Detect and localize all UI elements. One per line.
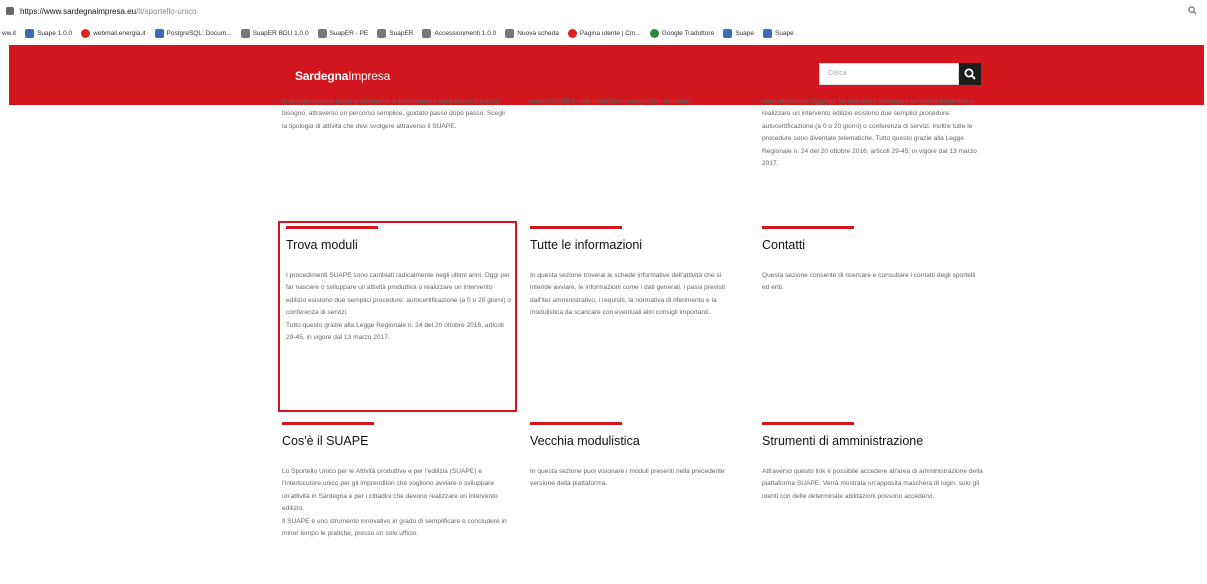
logo-light: Impresa [348, 69, 391, 83]
card-title[interactable]: Contatti [762, 238, 984, 252]
gear-icon [240, 28, 250, 38]
top-snippet-right: negli ultimi anni. Oggi per far nascere … [762, 96, 982, 170]
grid-icon [422, 28, 432, 38]
address-bar[interactable]: https://www.sardegnaimpresa.eu/it/sporte… [0, 0, 1207, 22]
url-host: https://www.sardegnaimpresa.eu [20, 6, 137, 16]
search-button[interactable] [959, 63, 981, 85]
bookmark-item[interactable]: SuapER [377, 28, 414, 38]
card-contatti[interactable]: Contatti Questa sezione consente di rice… [762, 226, 984, 295]
gear-icon [505, 28, 515, 38]
snippet-text: In questa sezione riuscirai facilmente a… [282, 98, 505, 130]
card-accent-bar [530, 422, 622, 425]
snippet-text: unico SUAPE e sulle modifiche e integraz… [530, 98, 692, 105]
url-path: /it/sportello-unico [136, 6, 197, 16]
bookmark-label: Suape [775, 29, 794, 37]
url-text[interactable]: https://www.sardegnaimpresa.eu/it/sporte… [20, 7, 197, 16]
card-text: In questa sezione troverai le schede inf… [530, 272, 725, 317]
bookmark-item[interactable]: Suape 1.0.0 [25, 28, 73, 38]
top-snippet-left: In questa sezione riuscirai facilmente a… [282, 96, 510, 133]
bookmarks-bar: ww.it Suape 1.0.0 webmail.energia.it Pos… [0, 22, 1207, 44]
star-icon [567, 28, 577, 38]
bookmark-label: PostgreSQL: Docum... [166, 29, 232, 37]
card-title[interactable]: Tutte le informazioni [530, 238, 738, 252]
card-title[interactable]: Vecchia modulistica [530, 434, 738, 448]
bookmark-label: SuapER [389, 29, 414, 37]
bookmark-label: SuapER BDU 1.0.0 [252, 29, 309, 37]
search-icon [964, 68, 976, 80]
top-snippet-center: unico SUAPE e sulle modifiche e integraz… [530, 96, 735, 108]
card-vecchia-modulistica[interactable]: Vecchia modulistica In questa sezione pu… [530, 422, 738, 491]
card-accent-bar [762, 422, 854, 425]
dot-icon [649, 28, 659, 38]
site-logo[interactable]: SardegnaImpresa [295, 69, 390, 83]
bookmark-label: ww.it [2, 29, 17, 37]
card-title[interactable]: Cos'è il SUAPE [282, 434, 510, 448]
bookmark-item[interactable]: ww.it [2, 30, 16, 37]
bookmark-item[interactable]: Nuova scheda [505, 28, 559, 38]
bookmark-item[interactable]: PostgreSQL: Docum... [154, 28, 232, 38]
card-cos-e-il-suape[interactable]: Cos'è il SUAPE Lo Sportello Unico per le… [282, 422, 510, 540]
bookmark-item[interactable]: Google Traduttore [649, 28, 715, 38]
card-text: Questa sezione consente di ricercare e c… [762, 272, 976, 292]
card-title[interactable]: Strumenti di amministrazione [762, 434, 984, 448]
arc-icon [81, 28, 91, 38]
card-accent-bar [530, 226, 622, 229]
bookmark-item[interactable]: webmail.energia.it [81, 28, 146, 38]
bookmark-label: Pagina utente | Cm... [579, 29, 641, 37]
bookmark-item[interactable]: Accessionmenti 1.0.0 [422, 28, 497, 38]
lock-icon [6, 7, 14, 15]
bookmark-item[interactable]: SuapER BDU 1.0.0 [240, 28, 309, 38]
flower-icon [723, 28, 733, 38]
gear-icon [317, 28, 327, 38]
bookmark-label: Nuova scheda [517, 29, 559, 37]
card-text: Attraverso questo link è possibile acced… [762, 468, 983, 500]
card-accent-bar [762, 226, 854, 229]
grid-icon [377, 28, 387, 38]
bookmark-label: Suape 1.0.0 [37, 29, 73, 37]
flower-icon [763, 28, 772, 38]
flower-icon [25, 28, 35, 38]
bookmark-item[interactable]: Suape [723, 28, 754, 38]
bookmark-label: Google Traduttore [661, 29, 715, 37]
card-tutte-le-informazioni[interactable]: Tutte le informazioni In questa sezione … [530, 226, 738, 320]
bookmark-item[interactable]: Suape [763, 28, 794, 38]
selection-highlight [278, 221, 517, 412]
card-strumenti-di-amministrazione[interactable]: Strumenti di amministrazione Attraverso … [762, 422, 984, 503]
bookmark-label: Accessionmenti 1.0.0 [434, 29, 497, 37]
logo-bold: Sardegna [295, 69, 349, 83]
bookmark-item[interactable]: SuapER - PE [317, 28, 369, 38]
bookmark-item[interactable]: Pagina utente | Cm... [567, 28, 641, 38]
snippet-text: negli ultimi anni. Oggi per far nascere … [762, 98, 977, 168]
magnifier-icon[interactable] [1188, 6, 1197, 17]
bookmark-label: webmail.energia.it [93, 29, 146, 37]
card-text: In questa sezione puoi visionare i modul… [530, 468, 725, 488]
search-input[interactable]: Cerca [819, 63, 959, 85]
card-accent-bar [282, 422, 374, 425]
elephant-icon [154, 28, 164, 38]
bookmark-label: Suape [735, 29, 754, 37]
card-text: Lo Sportello Unico per le Attività produ… [282, 468, 507, 538]
bookmark-label: SuapER - PE [329, 29, 369, 37]
